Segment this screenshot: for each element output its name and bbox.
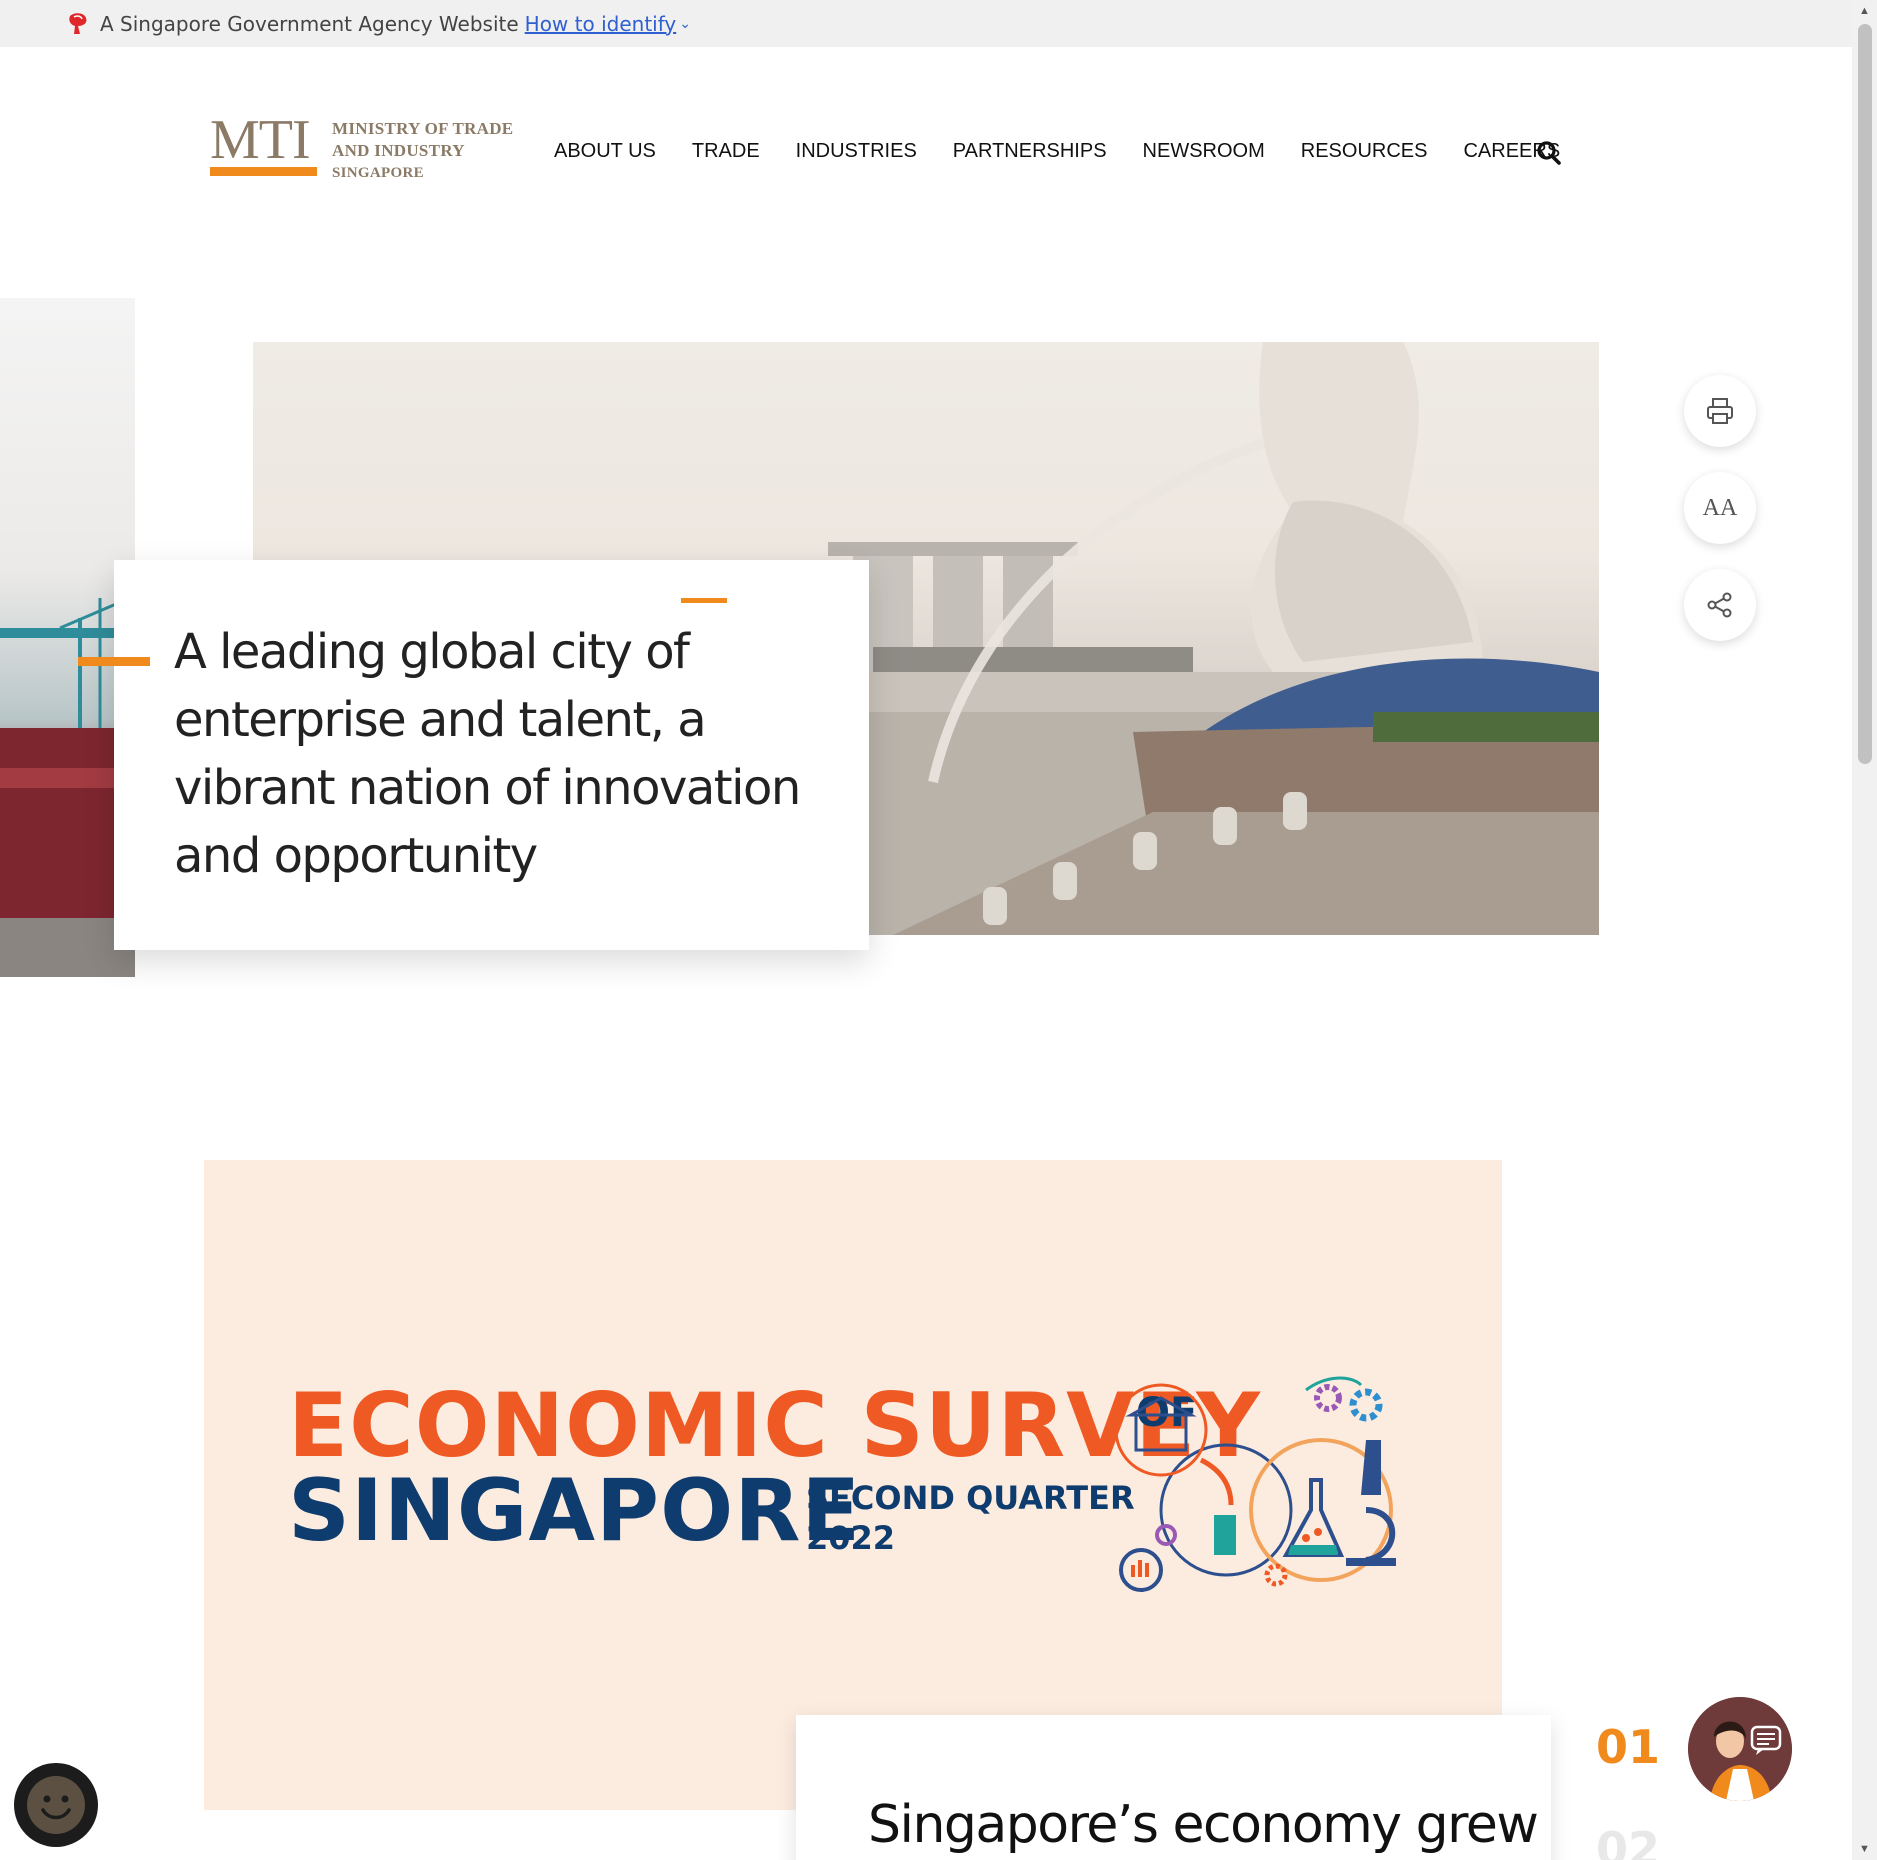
gov-masthead: A Singapore Government Agency Website Ho… <box>0 0 1852 47</box>
logo-line-3: SINGAPORE <box>332 165 424 181</box>
font-size-label: AA <box>1702 494 1738 521</box>
scroll-up-arrow[interactable]: ▲ <box>1852 0 1877 22</box>
logo-line-2: AND INDUSTRY <box>332 141 465 160</box>
nav-about-us[interactable]: ABOUT US <box>554 140 656 163</box>
nav-trade[interactable]: TRADE <box>692 140 760 163</box>
news-slide-card[interactable]: Singapore’s economy grew <box>796 1715 1551 1860</box>
scroll-down-arrow[interactable]: ▼ <box>1852 1838 1877 1860</box>
font-size-icon[interactable]: AA <box>1684 472 1756 544</box>
logo-wordmark: MINISTRY OF TRADE AND INDUSTRY SINGAPORE <box>332 118 513 184</box>
nav-newsroom[interactable]: NEWSROOM <box>1143 140 1265 163</box>
search-icon[interactable] <box>1536 140 1564 168</box>
survey-title-line2: SINGAPORE <box>288 1461 862 1561</box>
hero-quote-card: A leading global city of enterprise and … <box>78 560 869 950</box>
news-headline[interactable]: Singapore’s economy grew <box>868 1795 1539 1855</box>
mti-logo[interactable]: MTI MINISTRY OF TRADE AND INDUSTRY SINGA… <box>210 112 515 182</box>
economic-survey-banner[interactable]: ECONOMIC SURVEY OF SINGAPORE SECOND QUAR… <box>204 1160 1502 1810</box>
accent-dash <box>681 598 727 603</box>
chevron-down-icon[interactable]: ⌄ <box>679 16 691 32</box>
feedback-smiley-icon[interactable] <box>14 1763 98 1847</box>
accent-dash-left <box>78 657 150 666</box>
slide-number-current[interactable]: 01 <box>1596 1720 1660 1774</box>
nav-industries[interactable]: INDUSTRIES <box>796 140 917 163</box>
nav-partnerships[interactable]: PARTNERSHIPS <box>953 140 1107 163</box>
masthead-text: A Singapore Government Agency Website <box>100 11 519 36</box>
how-to-identify-link[interactable]: How to identify <box>525 12 677 36</box>
survey-illustration-icon <box>1114 1376 1396 1592</box>
logo-line-1: MINISTRY OF TRADE <box>332 119 514 138</box>
share-icon[interactable] <box>1684 569 1756 641</box>
lion-head-icon <box>69 12 87 34</box>
logo-abbr: MTI <box>210 109 311 171</box>
main-nav: ABOUT US TRADE INDUSTRIES PARTNERSHIPS N… <box>554 140 1596 163</box>
slide-number-next[interactable]: 02 <box>1596 1822 1660 1860</box>
logo-underline <box>210 167 317 176</box>
print-icon[interactable] <box>1684 375 1756 447</box>
scrollbar-thumb[interactable] <box>1858 24 1872 764</box>
page-tools: AA <box>1684 375 1756 666</box>
page-scrollbar[interactable]: ▲ ▼ <box>1852 0 1877 1860</box>
hero-quote: A leading global city of enterprise and … <box>174 624 801 884</box>
chat-avatar-icon[interactable] <box>1688 1697 1792 1801</box>
nav-resources[interactable]: RESOURCES <box>1301 140 1428 163</box>
